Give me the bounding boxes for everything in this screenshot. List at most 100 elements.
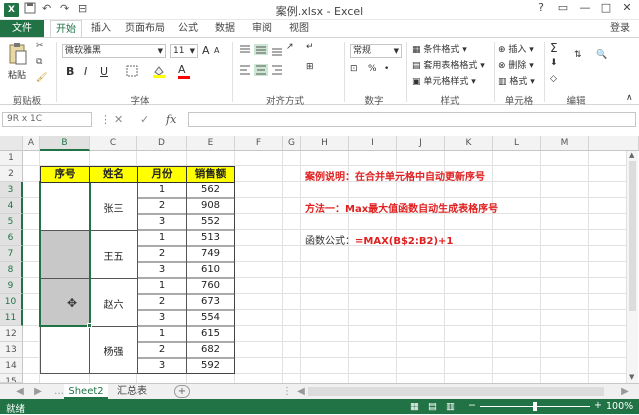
col-header-g[interactable]: G (283, 136, 301, 151)
col-header-i[interactable]: I (349, 136, 397, 151)
col-header-l[interactable]: L (493, 136, 541, 151)
collapse-ribbon-icon[interactable]: ∧ (626, 93, 633, 103)
scroll-right-icon[interactable]: ▶ (620, 384, 630, 399)
currency-icon[interactable]: ⊡ (350, 64, 358, 74)
row-header-5[interactable]: 5 (0, 214, 23, 230)
find-select-icon[interactable]: 🔍 (596, 50, 607, 60)
merged-seq-cell[interactable] (40, 326, 90, 374)
cell-styles-button[interactable]: ▣ 单元格样式 ▾ (412, 74, 476, 87)
zoom-out-button[interactable]: − (468, 400, 476, 411)
percent-button[interactable]: % (368, 64, 377, 74)
font-color-icon[interactable]: A (178, 63, 190, 79)
row-header-11[interactable]: 11 (0, 310, 23, 326)
row-header-15[interactable]: 15 (0, 374, 23, 383)
ribbon-display-button[interactable]: ▭ (552, 1, 574, 14)
zoom-in-button[interactable]: + (594, 400, 602, 411)
row-header-3[interactable]: 3 (0, 182, 23, 198)
scroll-left-icon[interactable]: ◀ (296, 384, 306, 399)
col-header-f[interactable]: F (235, 136, 283, 151)
underline-button[interactable]: U (100, 65, 108, 78)
row-header-7[interactable]: 7 (0, 246, 23, 262)
paste-button[interactable] (8, 42, 28, 69)
col-header-b[interactable]: B (40, 136, 90, 151)
close-button[interactable]: ✕ (616, 1, 638, 14)
font-size-select[interactable]: 11 ▼ (170, 44, 198, 58)
row-header-13[interactable]: 13 (0, 342, 23, 358)
insert-cells-button[interactable]: ⊕ 插入 ▾ (498, 42, 534, 55)
next-sheet-icon[interactable]: ▶ (32, 384, 44, 399)
col-header-j[interactable]: J (397, 136, 445, 151)
col-header-c[interactable]: C (90, 136, 137, 151)
merge-center-icon[interactable]: ⊞ (306, 62, 314, 72)
page-break-view-icon[interactable]: ▥ (446, 401, 455, 412)
tab-data[interactable]: 数据 (210, 20, 240, 37)
maximize-button[interactable]: □ (595, 1, 617, 14)
minimize-button[interactable]: — (574, 1, 596, 14)
col-header-k[interactable]: K (445, 136, 493, 151)
row-header-1[interactable]: 1 (0, 151, 23, 166)
tab-formulas[interactable]: 公式 (173, 20, 203, 37)
bold-button[interactable]: B (66, 65, 74, 78)
font-name-select[interactable]: 微软雅黑 ▼ (62, 44, 166, 58)
comma-style-icon[interactable]: • (384, 64, 389, 74)
row-header-14[interactable]: 14 (0, 358, 23, 374)
fill-color-icon[interactable] (152, 64, 166, 81)
col-header-h[interactable]: H (301, 136, 349, 151)
shrink-font-button[interactable]: A (214, 46, 219, 55)
tab-home[interactable]: 开始 (50, 20, 82, 37)
copy-icon[interactable]: ⧉ (36, 57, 42, 67)
formula-input[interactable] (188, 112, 636, 127)
tab-view[interactable]: 视图 (284, 20, 314, 37)
format-as-table-button[interactable]: ▤ 套用表格格式 ▾ (412, 58, 485, 71)
row-header-9[interactable]: 9 (0, 278, 23, 294)
format-cells-button[interactable]: ▥ 格式 ▾ (498, 74, 535, 87)
grow-font-button[interactable]: A (202, 44, 210, 57)
more-sheets-icon[interactable]: … (54, 384, 64, 399)
add-sheet-button[interactable]: + (174, 385, 190, 398)
row-header-2[interactable]: 2 (0, 166, 23, 182)
clear-icon[interactable]: ◇ (550, 74, 557, 84)
enter-icon[interactable]: ✓ (140, 113, 149, 126)
tab-file[interactable]: 文件 (0, 20, 44, 37)
zoom-level[interactable]: 100% (606, 401, 633, 412)
row-header-8[interactable]: 8 (0, 262, 23, 278)
delete-cells-button[interactable]: ⊗ 删除 ▾ (498, 58, 534, 71)
conditional-format-button[interactable]: ▦ 条件格式 ▾ (412, 42, 467, 55)
cancel-icon[interactable]: ✕ (114, 113, 123, 126)
zoom-slider-thumb[interactable] (533, 402, 537, 411)
col-header-e[interactable]: E (187, 136, 235, 151)
tab-page-layout[interactable]: 页面布局 (122, 20, 168, 37)
help-button[interactable]: ? (530, 1, 552, 14)
row-header-12[interactable]: 12 (0, 326, 23, 342)
col-header-m[interactable]: M (541, 136, 589, 151)
col-header-a[interactable]: A (23, 136, 40, 151)
cut-icon[interactable]: ✂ (36, 41, 44, 51)
row-header-4[interactable]: 4 (0, 198, 23, 214)
name-box[interactable]: 9R x 1C (2, 112, 92, 127)
prev-sheet-icon[interactable]: ◀ (14, 384, 26, 399)
autosum-button[interactable]: Σ (550, 41, 558, 55)
sort-filter-icon[interactable]: ⇅ (574, 50, 582, 60)
row-header-10[interactable]: 10 (0, 294, 23, 310)
orientation-icon[interactable]: ↗ (286, 42, 294, 52)
tab-insert[interactable]: 插入 (86, 20, 116, 37)
vertical-scrollbar[interactable]: ▲ ▼ (626, 151, 638, 383)
wrap-text-icon[interactable]: ↵ (306, 42, 314, 52)
row-header-6[interactable]: 6 (0, 230, 23, 246)
borders-icon[interactable] (126, 65, 138, 80)
format-painter-icon[interactable]: 🖌 (36, 73, 47, 83)
page-layout-view-icon[interactable]: ▤ (428, 401, 437, 412)
fill-handle[interactable] (87, 323, 92, 328)
fill-icon[interactable]: ⬇ (550, 58, 558, 68)
tab-split-handle[interactable]: ⋮ (282, 384, 292, 399)
insert-function-button[interactable]: fx (166, 113, 176, 126)
italic-button[interactable]: I (84, 65, 87, 78)
horizontal-scrollbar[interactable] (306, 384, 616, 399)
normal-view-icon[interactable]: ▦ (410, 401, 419, 412)
col-header-d[interactable]: D (137, 136, 187, 151)
sheet-tab-sheet2[interactable]: Sheet2 (64, 384, 108, 399)
select-all-corner[interactable] (0, 136, 23, 151)
sheet-tab-summary[interactable]: 汇总表 (112, 384, 152, 399)
scroll-thumb[interactable] (629, 161, 636, 311)
number-format-select[interactable]: 常规 ▼ (350, 44, 402, 58)
